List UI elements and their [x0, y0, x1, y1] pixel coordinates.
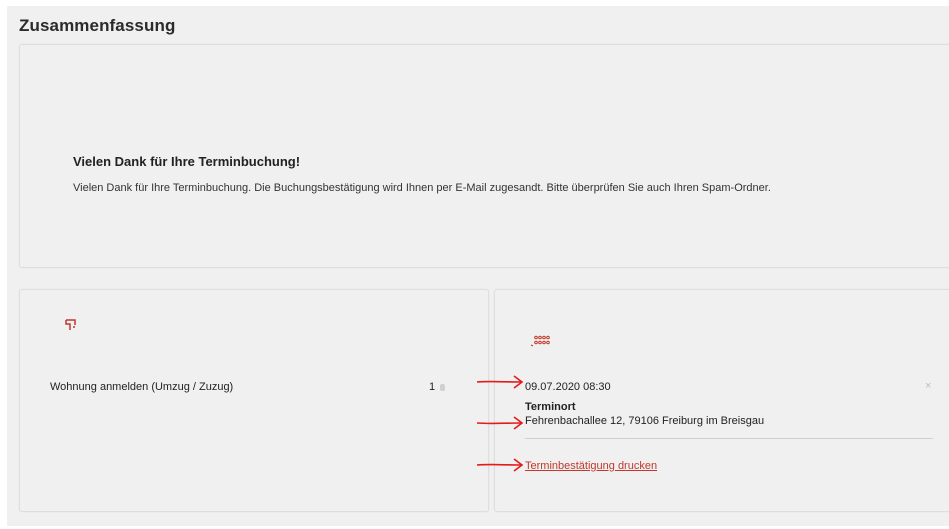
page-title: Zusammenfassung [19, 16, 176, 35]
service-item-label: Wohnung anmelden (Umzug / Zuzug) [50, 381, 234, 393]
calendar-dots-icon [530, 335, 550, 347]
print-confirmation-link[interactable]: Terminbestätigung drucken [525, 460, 657, 472]
service-quantity: 1 [429, 381, 436, 393]
annotation-arrow-datetime [476, 375, 524, 389]
appointment-datetime: 09.07.2020 08:30 [525, 381, 611, 393]
services-panel: Wohnung anmelden (Umzug / Zuzug) 1 [19, 289, 489, 512]
remove-appointment-button[interactable]: × [925, 380, 931, 392]
appointment-panel: 09.07.2020 08:30 × Terminort Fehrenbacha… [494, 289, 949, 512]
location-address: Fehrenbachallee 12, 79106 Freiburg im Br… [525, 415, 765, 427]
confirmation-panel: Vielen Dank für Ihre Terminbuchung! Viel… [19, 44, 949, 268]
confirmation-message: Vielen Dank für Ihre Terminbuchung. Die … [73, 182, 771, 194]
services-icon [65, 319, 76, 330]
confirmation-heading: Vielen Dank für Ihre Terminbuchung! [73, 154, 301, 169]
annotation-arrow-print [476, 458, 524, 472]
location-heading: Terminort [525, 401, 576, 413]
divider [525, 438, 933, 439]
quantity-stepper-icon[interactable] [440, 384, 445, 391]
annotation-arrow-location [476, 416, 524, 430]
summary-page: Zusammenfassung Vielen Dank für Ihre Ter… [7, 6, 949, 526]
